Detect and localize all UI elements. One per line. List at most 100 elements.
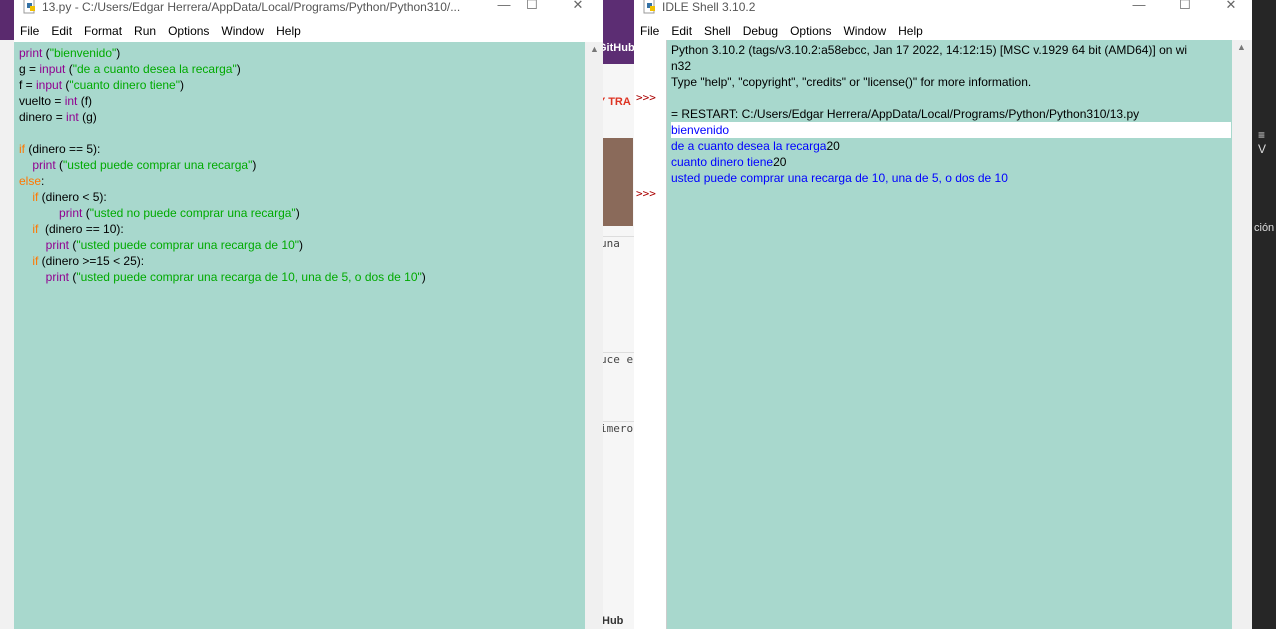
minimize-button[interactable]: —	[1119, 0, 1159, 15]
code-token: print	[32, 158, 56, 172]
code-line: print ("usted puede comprar una recarga …	[19, 237, 426, 253]
code-token: else	[19, 174, 42, 188]
shell-line: bienvenido	[671, 122, 1231, 138]
shell-menu-options[interactable]: Options	[784, 20, 837, 42]
shell-line: usted puede comprar una recarga de 10, u…	[671, 170, 1231, 186]
code-token: f =	[19, 78, 37, 92]
editor-menu-format[interactable]: Format	[78, 20, 128, 42]
code-line: g = input ("de a cuanto desea la recarga…	[19, 61, 426, 77]
code-token: int	[64, 94, 78, 108]
editor-menu-run[interactable]: Run	[128, 20, 162, 42]
code-token: (	[82, 206, 90, 220]
code-token: dinero =	[19, 110, 67, 124]
scroll-up-icon[interactable]: ▲	[590, 44, 599, 54]
maximize-button[interactable]: ☐	[1165, 0, 1205, 15]
background-cell: uce e	[600, 352, 634, 366]
code-token: print	[19, 46, 43, 60]
close-button[interactable]: ✕	[558, 0, 598, 15]
shell-prompt: >>>	[636, 91, 656, 104]
shell-line: Python 3.10.2 (tags/v3.10.2:a58ebcc, Jan…	[671, 42, 1231, 58]
code-token: (dinero == 5):	[25, 142, 101, 156]
code-token: )	[116, 46, 121, 60]
python-file-icon	[23, 0, 35, 14]
code-token: )	[252, 158, 257, 172]
shell-line-text: = RESTART: C:/Users/Edgar Herrera/AppDat…	[671, 107, 1140, 121]
code-token: "bienvenido"	[49, 46, 117, 60]
editor-menu-options[interactable]: Options	[162, 20, 215, 42]
code-token: (	[42, 46, 50, 60]
shell-line-text: de a cuanto desea la recarga	[671, 139, 827, 153]
shell-output: Python 3.10.2 (tags/v3.10.2:a58ebcc, Jan…	[671, 42, 1231, 186]
menu-icon: ≡ V	[1258, 128, 1267, 156]
editor-menu-window[interactable]: Window	[215, 20, 270, 42]
shell-menu-debug[interactable]: Debug	[737, 20, 784, 42]
python-shell-icon	[643, 0, 655, 14]
editor-menu-file[interactable]: File	[14, 20, 45, 42]
code-line: if (dinero == 5):	[19, 141, 426, 157]
code-token: (dinero < 5):	[38, 190, 107, 204]
code-line: vuelto = int (f)	[19, 93, 426, 109]
scroll-up-icon[interactable]: ▲	[1237, 42, 1246, 52]
code-token: :	[41, 174, 45, 188]
background-cell: una	[600, 236, 634, 250]
code-token: int	[66, 110, 79, 124]
maximize-button[interactable]: ☐	[512, 0, 552, 15]
shell-line: cuanto dinero tiene20	[671, 154, 1231, 170]
user-input-text: 20	[826, 139, 840, 153]
code-block: print ("bienvenido") g = input ("de a cua…	[19, 45, 426, 285]
background-thumbnail	[603, 138, 633, 226]
code-token: "usted puede comprar una recarga de 10"	[76, 238, 300, 252]
code-line: print ("usted puede comprar una recarga"…	[19, 157, 426, 173]
shell-menubar: File Edit Shell Debug Options Window Help	[634, 20, 1252, 40]
code-token: (g)	[78, 110, 97, 124]
code-token: print	[45, 238, 70, 252]
background-right-strip	[1252, 0, 1276, 629]
shell-titlebar[interactable]: IDLE Shell 3.10.2 — ☐ ✕	[634, 0, 1252, 18]
shell-menu-file[interactable]: File	[634, 20, 665, 42]
background-cell: imero	[600, 421, 634, 435]
code-token: )	[295, 206, 300, 220]
shell-title: IDLE Shell 3.10.2	[662, 0, 756, 14]
code-token: vuelto =	[19, 94, 65, 108]
shell-line: Type "help", "copyright", "credits" or "…	[671, 74, 1231, 90]
code-token: "cuanto dinero tiene"	[69, 78, 180, 92]
code-line: f = input ("cuanto dinero tiene")	[19, 77, 426, 93]
editor-menu-help[interactable]: Help	[270, 20, 307, 42]
code-line: else:	[19, 173, 426, 189]
shell-line: n32	[671, 58, 1231, 74]
shell-line-text: usted puede comprar una recarga de 10, u…	[671, 171, 1008, 185]
shell-line-text: cuanto dinero tiene	[671, 155, 774, 169]
code-token: )	[180, 78, 184, 92]
github-label-bottom: Hub	[602, 615, 624, 627]
code-line: print ("usted no puede comprar una recar…	[19, 205, 426, 221]
code-token: g =	[19, 62, 40, 76]
shell-menu-shell[interactable]: Shell	[698, 20, 737, 42]
user-input-text: 20	[773, 155, 787, 169]
close-button[interactable]: ✕	[1211, 0, 1251, 15]
shell-scrollbar[interactable]: ▲	[1232, 40, 1252, 629]
shell-line-text: bienvenido	[671, 122, 1231, 138]
shell-menu-help[interactable]: Help	[892, 20, 929, 42]
shell-text-area[interactable]: Python 3.10.2 (tags/v3.10.2:a58ebcc, Jan…	[667, 40, 1232, 629]
code-token: print	[59, 206, 83, 220]
shell-window: IDLE Shell 3.10.2 — ☐ ✕ File Edit Shell Deb…	[634, 0, 1252, 629]
editor-titlebar[interactable]: 13.py - C:/Users/Edgar Herrera/AppData/L…	[14, 0, 603, 18]
code-token: )	[421, 270, 426, 284]
shell-menu-edit[interactable]: Edit	[665, 20, 698, 42]
code-token: "usted no puede comprar una recarga"	[89, 206, 296, 220]
editor-text-area[interactable]: print ("bienvenido") g = input ("de a cua…	[14, 42, 585, 629]
editor-menu-edit[interactable]: Edit	[45, 20, 78, 42]
code-token: "usted puede comprar una recarga"	[63, 158, 253, 172]
shell-menu-window[interactable]: Window	[837, 20, 892, 42]
editor-title: 13.py - C:/Users/Edgar Herrera/AppData/L…	[42, 0, 461, 14]
code-line: if (dinero >=15 < 25):	[19, 253, 426, 269]
editor-scrollbar[interactable]: ▲	[585, 42, 603, 629]
shell-line-text: n32	[671, 59, 692, 73]
code-token: (f)	[77, 94, 93, 108]
code-line: print ("usted puede comprar una recarga …	[19, 269, 426, 285]
